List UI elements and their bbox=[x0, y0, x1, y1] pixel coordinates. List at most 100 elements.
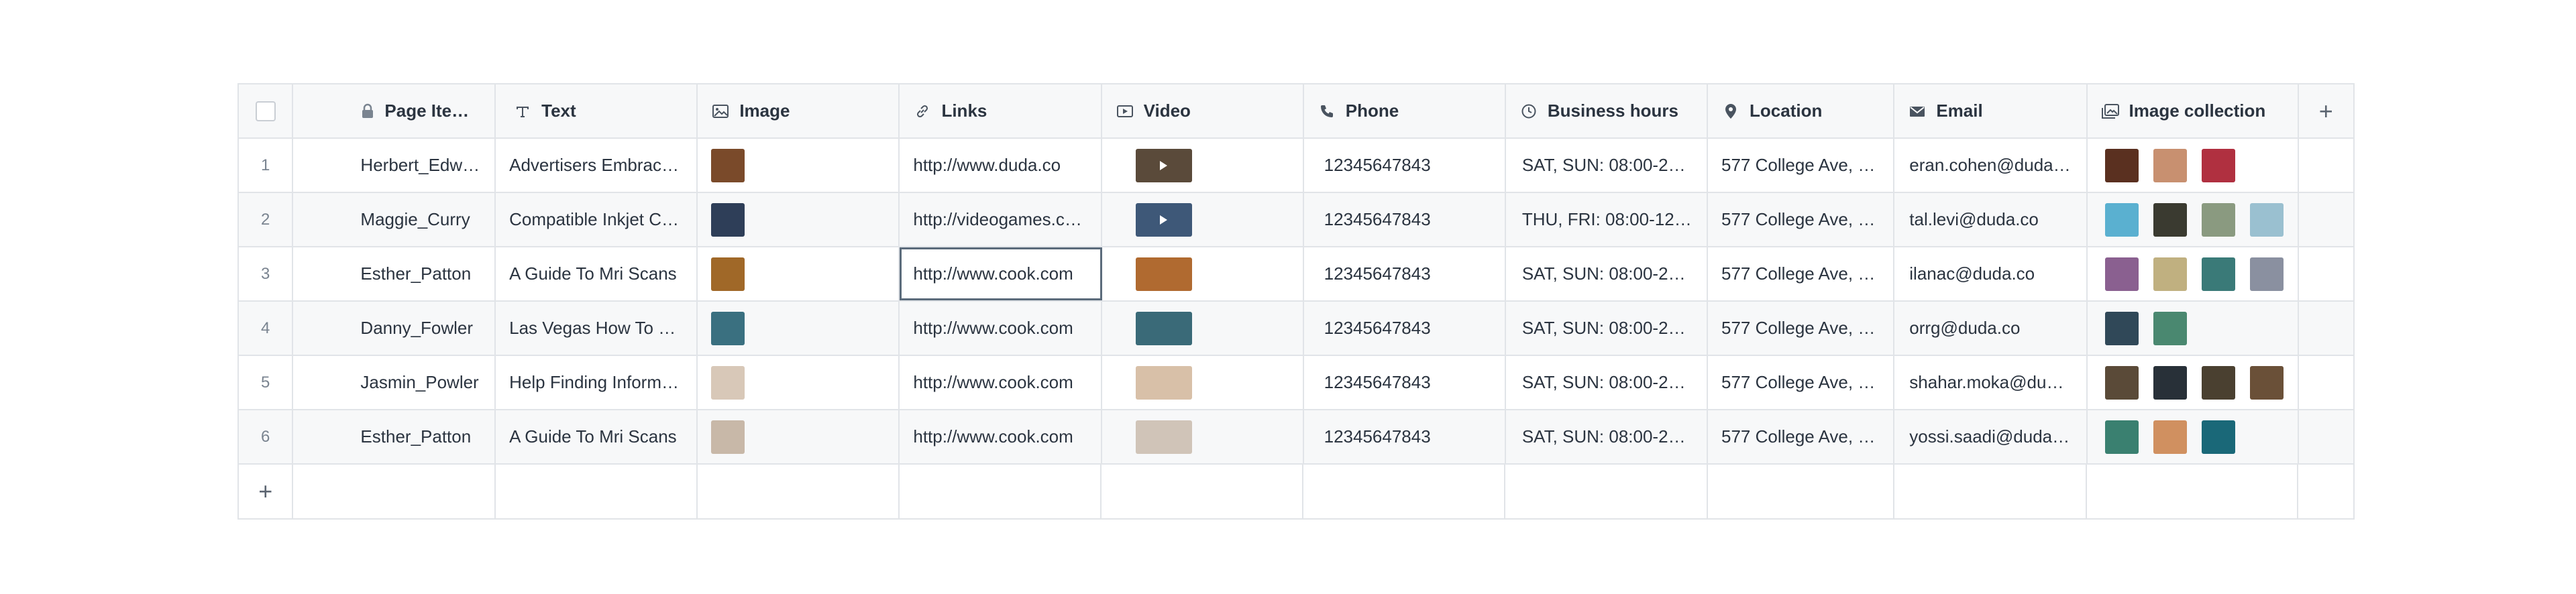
video-cell[interactable] bbox=[1102, 193, 1304, 246]
text-cell[interactable]: A Guide To Mri Scans bbox=[496, 247, 698, 300]
video-cell[interactable] bbox=[1102, 247, 1304, 300]
location-cell[interactable]: 577 College Ave, 94306 bbox=[1708, 356, 1895, 409]
text-cell[interactable]: Las Vegas How To Have Fun bbox=[496, 302, 698, 355]
gallery-thumbnail[interactable] bbox=[2153, 202, 2187, 237]
image-cell[interactable] bbox=[698, 356, 900, 409]
email-cell[interactable]: yossi.saadi@duda.co bbox=[1894, 410, 2088, 463]
image-collection-cell[interactable] bbox=[2088, 302, 2299, 355]
video-thumbnail[interactable] bbox=[1135, 311, 1192, 345]
url-cell[interactable]: Danny_Fowler bbox=[293, 302, 496, 355]
image-thumbnail[interactable] bbox=[711, 311, 745, 345]
image-collection-cell[interactable] bbox=[2088, 193, 2299, 246]
email-cell[interactable]: eran.cohen@duda.co bbox=[1894, 139, 2088, 192]
links-cell[interactable]: http://www.cook.com bbox=[900, 302, 1102, 355]
video-cell[interactable] bbox=[1102, 302, 1304, 355]
url-cell[interactable]: Esther_Patton bbox=[293, 247, 496, 300]
gallery-thumbnail[interactable] bbox=[2104, 311, 2139, 345]
text-cell[interactable]: A Guide To Mri Scans bbox=[496, 410, 698, 463]
add-column-button[interactable]: + bbox=[2299, 84, 2353, 137]
column-header-6[interactable]: Phone bbox=[1304, 84, 1506, 137]
gallery-thumbnail[interactable] bbox=[2104, 148, 2139, 182]
table-row[interactable]: 5 Jasmin_Powler Help Finding Information O… bbox=[239, 356, 2353, 410]
table-row[interactable]: 1 Herbert_Edwards Advertisers Embrace Rich… bbox=[239, 139, 2353, 193]
gallery-thumbnail[interactable] bbox=[2249, 257, 2284, 291]
gallery-thumbnail[interactable] bbox=[2201, 365, 2235, 400]
url-cell[interactable]: Herbert_Edwards bbox=[293, 139, 496, 192]
video-thumbnail[interactable] bbox=[1135, 365, 1192, 400]
url-cell[interactable]: Maggie_Curry bbox=[293, 193, 496, 246]
image-thumbnail[interactable] bbox=[711, 365, 745, 400]
location-cell[interactable]: 577 College Ave, 94306 bbox=[1708, 410, 1895, 463]
gallery-thumbnail[interactable] bbox=[2201, 420, 2235, 454]
location-cell[interactable]: 577 College Ave, 94306 bbox=[1708, 302, 1895, 355]
gallery-thumbnail[interactable] bbox=[2153, 148, 2187, 182]
table-row[interactable]: 3 Esther_Patton A Guide To Mri Scans http:/… bbox=[239, 247, 2353, 302]
gallery-thumbnail[interactable] bbox=[2104, 202, 2139, 237]
gallery-thumbnail[interactable] bbox=[2104, 365, 2139, 400]
table-row[interactable]: 6 Esther_Patton A Guide To Mri Scans http:/… bbox=[239, 410, 2353, 465]
location-cell[interactable]: 577 College Ave, 94306 bbox=[1708, 193, 1895, 246]
url-cell[interactable]: Jasmin_Powler bbox=[293, 356, 496, 409]
email-cell[interactable]: orrg@duda.co bbox=[1894, 302, 2088, 355]
gallery-thumbnail[interactable] bbox=[2249, 365, 2284, 400]
email-cell[interactable]: tal.levi@duda.co bbox=[1894, 193, 2088, 246]
gallery-thumbnail[interactable] bbox=[2153, 365, 2187, 400]
email-cell[interactable]: ilanac@duda.co bbox=[1894, 247, 2088, 300]
gallery-thumbnail[interactable] bbox=[2249, 202, 2284, 237]
image-collection-cell[interactable] bbox=[2088, 139, 2299, 192]
image-thumbnail[interactable] bbox=[711, 420, 745, 454]
phone-cell[interactable]: 12345647843 bbox=[1304, 356, 1506, 409]
gallery-thumbnail[interactable] bbox=[2201, 148, 2235, 182]
video-cell[interactable] bbox=[1102, 356, 1304, 409]
image-cell[interactable] bbox=[698, 247, 900, 300]
phone-cell[interactable]: 12345647843 bbox=[1304, 139, 1506, 192]
business-hours-cell[interactable]: SAT, SUN: 08:00-20:00; bbox=[1506, 356, 1708, 409]
image-cell[interactable] bbox=[698, 410, 900, 463]
phone-cell[interactable]: 12345647843 bbox=[1304, 247, 1506, 300]
video-thumbnail[interactable] bbox=[1135, 202, 1192, 237]
table-row[interactable]: 4 Danny_Fowler Las Vegas How To Have Fun ht… bbox=[239, 302, 2353, 356]
gallery-thumbnail[interactable] bbox=[2104, 420, 2139, 454]
phone-cell[interactable]: 12345647843 bbox=[1304, 410, 1506, 463]
video-cell[interactable] bbox=[1102, 410, 1304, 463]
table-row[interactable]: 2 Maggie_Curry Compatible Inkjet Cartridge… bbox=[239, 193, 2353, 247]
image-collection-cell[interactable] bbox=[2088, 410, 2299, 463]
links-cell[interactable]: http://www.cook.com bbox=[900, 247, 1102, 300]
image-collection-cell[interactable] bbox=[2088, 356, 2299, 409]
links-cell[interactable]: http://videogames.com bbox=[900, 193, 1102, 246]
image-cell[interactable] bbox=[698, 302, 900, 355]
image-thumbnail[interactable] bbox=[711, 202, 745, 237]
location-cell[interactable]: 577 College Ave, 94306 bbox=[1708, 139, 1895, 192]
column-header-8[interactable]: Location bbox=[1708, 84, 1895, 137]
column-header-1[interactable]: Page Item URL bbox=[293, 84, 496, 137]
gallery-thumbnail[interactable] bbox=[2201, 202, 2235, 237]
gallery-thumbnail[interactable] bbox=[2153, 257, 2187, 291]
location-cell[interactable]: 577 College Ave, 94306 bbox=[1708, 247, 1895, 300]
gallery-thumbnail[interactable] bbox=[2201, 257, 2235, 291]
text-cell[interactable]: Compatible Inkjet Cartridge bbox=[496, 193, 698, 246]
business-hours-cell[interactable]: SAT, SUN: 08:00-20:00; bbox=[1506, 410, 1708, 463]
text-cell[interactable]: Advertisers Embrace Rich Media bbox=[496, 139, 698, 192]
business-hours-cell[interactable]: SAT, SUN: 08:00-20:00; bbox=[1506, 139, 1708, 192]
video-thumbnail[interactable] bbox=[1135, 257, 1192, 291]
email-cell[interactable]: shahar.moka@duda.co bbox=[1894, 356, 2088, 409]
image-thumbnail[interactable] bbox=[711, 257, 745, 291]
links-cell[interactable]: http://www.cook.com bbox=[900, 410, 1102, 463]
business-hours-cell[interactable]: SAT, SUN: 08:00-20:00; bbox=[1506, 247, 1708, 300]
video-thumbnail[interactable] bbox=[1135, 148, 1192, 182]
add-row-button[interactable]: + bbox=[239, 465, 294, 518]
links-cell[interactable]: http://www.cook.com bbox=[900, 356, 1102, 409]
gallery-thumbnail[interactable] bbox=[2153, 311, 2187, 345]
select-all-checkbox[interactable] bbox=[255, 101, 276, 121]
image-cell[interactable] bbox=[698, 139, 900, 192]
gallery-thumbnail[interactable] bbox=[2153, 420, 2187, 454]
column-header-5[interactable]: Video bbox=[1102, 84, 1304, 137]
column-header-9[interactable]: Email bbox=[1894, 84, 2088, 137]
column-header-3[interactable]: Image bbox=[698, 84, 900, 137]
phone-cell[interactable]: 12345647843 bbox=[1304, 193, 1506, 246]
phone-cell[interactable]: 12345647843 bbox=[1304, 302, 1506, 355]
text-cell[interactable]: Help Finding Information Online bbox=[496, 356, 698, 409]
image-thumbnail[interactable] bbox=[711, 148, 745, 182]
business-hours-cell[interactable]: SAT, SUN: 08:00-20:00; bbox=[1506, 302, 1708, 355]
links-cell[interactable]: http://www.duda.co bbox=[900, 139, 1102, 192]
